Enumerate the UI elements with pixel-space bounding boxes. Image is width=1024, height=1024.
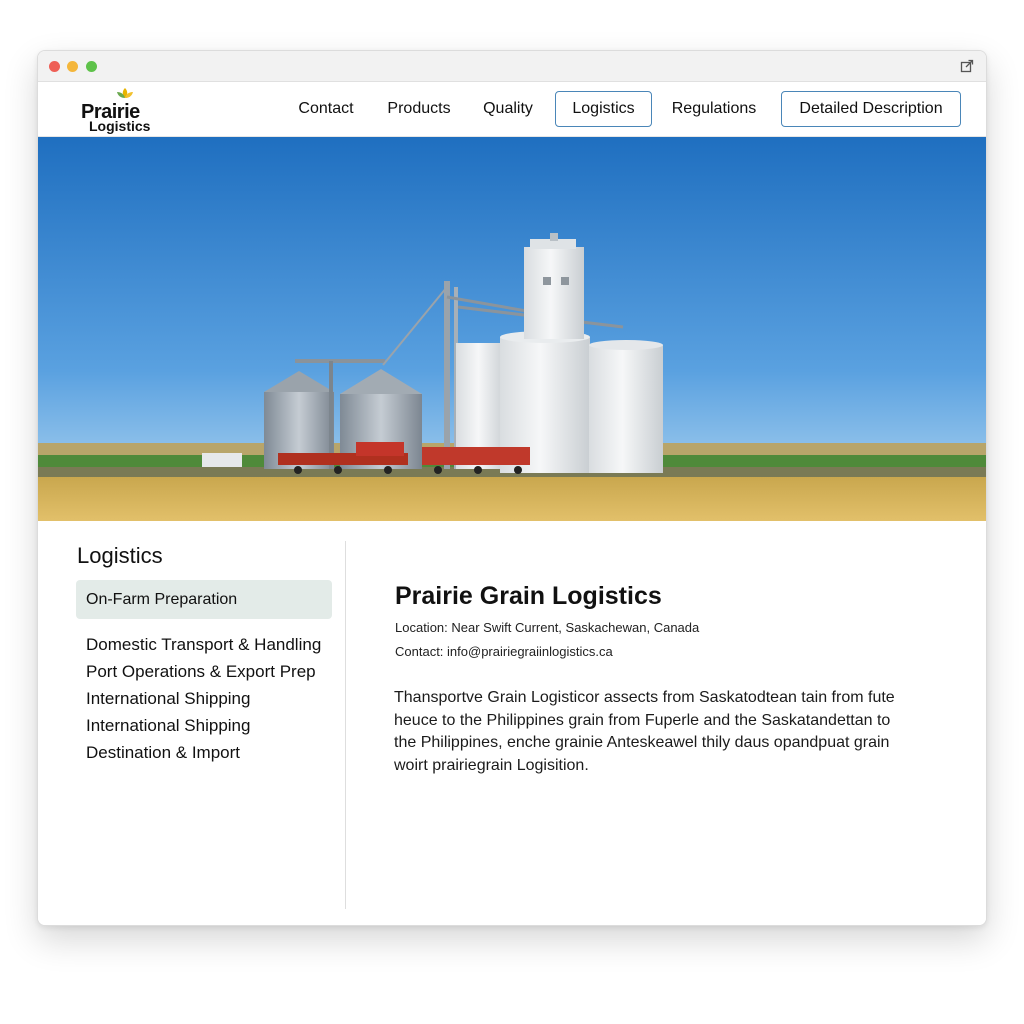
location-label: Location: xyxy=(395,620,448,635)
nav-products[interactable]: Products xyxy=(378,91,460,127)
sidebar-item-international-shipping-2[interactable]: International Shipping xyxy=(86,715,250,737)
nav-quality[interactable]: Quality xyxy=(474,91,542,127)
site-navbar: Prairie Logistics Contact Products Quali… xyxy=(38,82,986,137)
minimize-window-button[interactable] xyxy=(67,61,78,72)
maximize-window-button[interactable] xyxy=(86,61,97,72)
contact-label: Contact: xyxy=(395,644,444,659)
sidebar-title: Logistics xyxy=(77,543,163,568)
nav-regulations[interactable]: Regulations xyxy=(664,91,764,127)
browser-window: Prairie Logistics Contact Products Quali… xyxy=(37,50,987,926)
contact-line: Contact: info@prairiegraiinlogistics.ca xyxy=(395,644,613,659)
sidebar-item-port-operations[interactable]: Port Operations & Export Prep xyxy=(86,661,316,683)
sidebar-item-domestic-transport[interactable]: Domestic Transport & Handling xyxy=(86,634,321,656)
hero-grain-elevator-image xyxy=(38,137,986,521)
brand-logo[interactable]: Prairie Logistics xyxy=(81,86,171,134)
location-value: Near Swift Current, Saskachewan, Canada xyxy=(451,620,700,635)
content-area: Logistics On-Farm Preparation Domestic T… xyxy=(38,521,986,925)
open-external-icon[interactable] xyxy=(960,59,974,73)
brand-name-line2: Logistics xyxy=(89,118,151,134)
sidebar-item-international-shipping[interactable]: International Shipping xyxy=(86,688,250,710)
close-window-button[interactable] xyxy=(49,61,60,72)
sidebar-item-on-farm-preparation[interactable]: On-Farm Preparation xyxy=(76,580,332,619)
location-line: Location: Near Swift Current, Saskachewa… xyxy=(395,620,699,635)
nav-logistics[interactable]: Logistics xyxy=(555,91,652,127)
nav-contact[interactable]: Contact xyxy=(286,91,366,127)
description-paragraph: Thansportve Grain Logisticor assects fro… xyxy=(394,689,895,774)
content-divider xyxy=(345,541,346,909)
page-title: Prairie Grain Logistics xyxy=(395,582,662,610)
window-titlebar xyxy=(38,51,986,82)
contact-email-link[interactable]: info@prairiegraiinlogistics.ca xyxy=(447,644,613,659)
sidebar-item-destination-import[interactable]: Destination & Import xyxy=(86,742,240,764)
nav-detailed-description[interactable]: Detailed Description xyxy=(781,91,961,127)
